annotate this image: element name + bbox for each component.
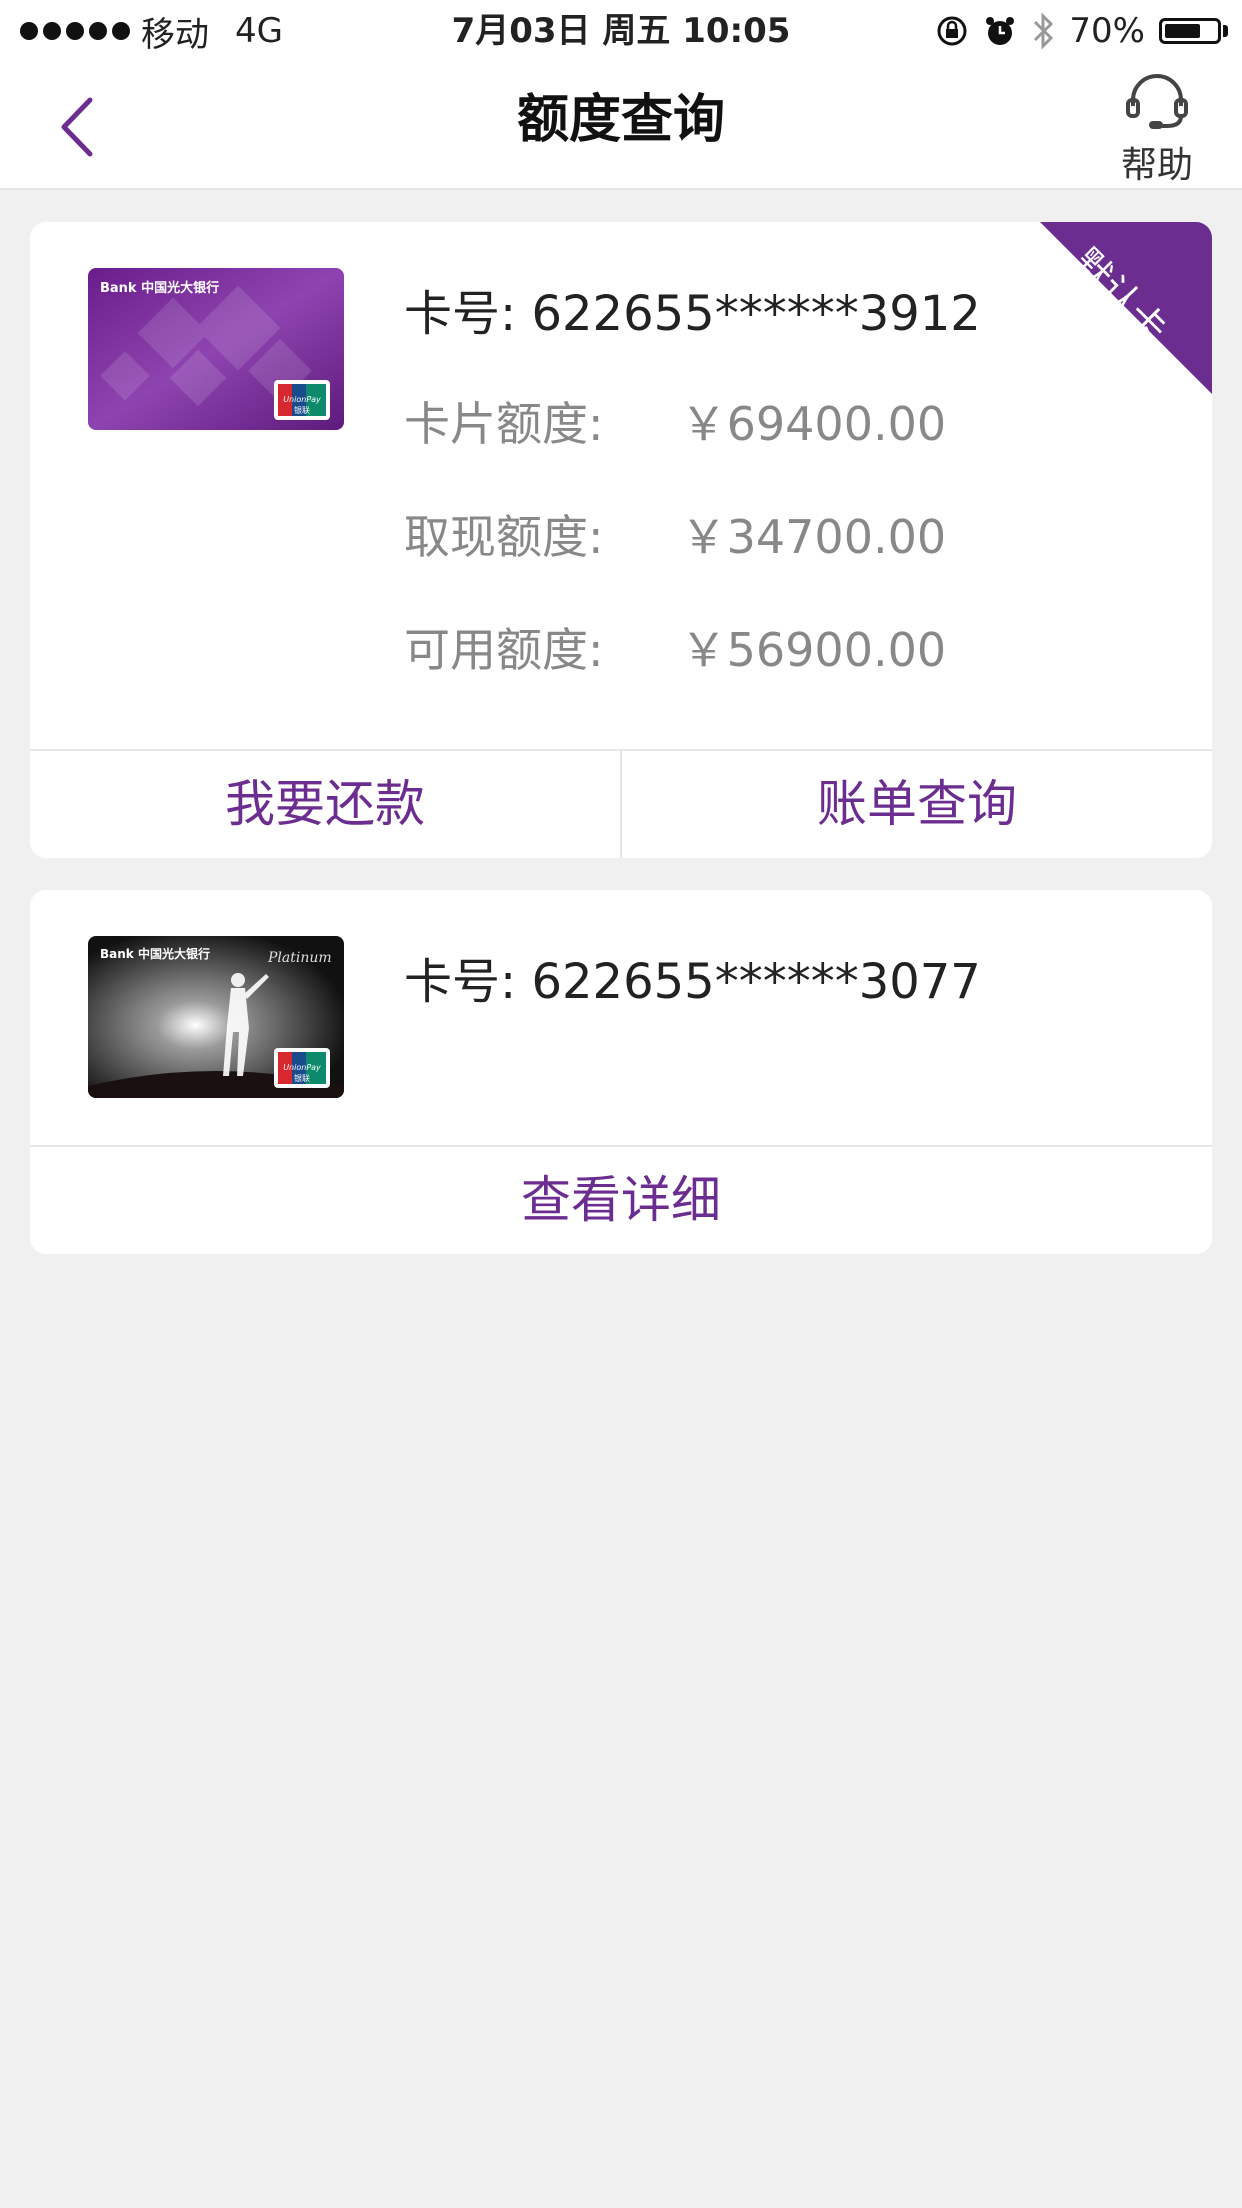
status-bar: 移动 4G 7月03日 周五 10:05 70% bbox=[0, 0, 1242, 62]
svg-text:银联: 银联 bbox=[294, 405, 310, 415]
card-number: 622655******3077 bbox=[531, 954, 981, 1010]
card-image-purple: Bank 中国光大银行 UnionPay 银联 bbox=[88, 268, 344, 430]
bluetooth-icon bbox=[1034, 12, 1054, 50]
nav-bar: 额度查询 帮助 bbox=[0, 62, 1242, 190]
available-limit-label: 可用额度: bbox=[404, 623, 604, 677]
svg-text:UnionPay: UnionPay bbox=[283, 1063, 321, 1072]
card-number-label: 卡号: bbox=[404, 954, 517, 1010]
cash-limit-value: ￥34700.00 bbox=[680, 510, 947, 564]
credit-card-panel: Bank 中国光大银行 Platinum UnionPay 银联 卡号: 622… bbox=[30, 890, 1212, 1254]
unionpay-logo: UnionPay 银联 bbox=[274, 1048, 330, 1088]
card-info: 卡号: 622655******3077 bbox=[404, 942, 981, 1012]
card-number: 622655******3912 bbox=[531, 286, 981, 342]
unionpay-logo: UnionPay 银联 bbox=[274, 380, 330, 420]
help-label: 帮助 bbox=[1120, 145, 1193, 186]
battery-percent: 70% bbox=[1069, 11, 1145, 51]
card-bank-logo: Bank 中国光大银行 bbox=[100, 946, 210, 961]
card-info: 卡号: 622655******3912 bbox=[404, 274, 981, 344]
battery-icon bbox=[1159, 18, 1221, 44]
svg-text:银联: 银联 bbox=[294, 1073, 310, 1083]
alarm-icon bbox=[986, 17, 1015, 45]
card-limit-label: 卡片额度: bbox=[404, 397, 604, 451]
cash-limit-row: 取现额度: ￥34700.00 bbox=[404, 501, 946, 567]
card-bank-logo: Bank 中国光大银行 bbox=[100, 280, 219, 296]
battery-tip bbox=[1223, 25, 1228, 37]
available-limit-value: ￥56900.00 bbox=[680, 623, 947, 677]
battery-fill bbox=[1165, 24, 1200, 38]
available-limit-row: 可用额度: ￥56900.00 bbox=[404, 614, 946, 680]
help-button[interactable]: 帮助 bbox=[1102, 72, 1212, 186]
card-limit-row: 卡片额度: ￥69400.00 bbox=[404, 388, 946, 454]
card-number-label: 卡号: bbox=[404, 286, 517, 342]
credit-card-panel: Bank 中国光大银行 UnionPay 银联 卡号: 622655******… bbox=[30, 222, 1212, 858]
cash-limit-label: 取现额度: bbox=[404, 510, 604, 564]
status-icons: 70% bbox=[921, 8, 1228, 54]
headset-icon bbox=[1126, 74, 1188, 129]
page-title: 额度查询 bbox=[516, 90, 725, 150]
svg-text:UnionPay: UnionPay bbox=[283, 395, 321, 404]
card-limit-value: ￥69400.00 bbox=[680, 397, 947, 451]
default-card-badge: 默认卡 bbox=[1040, 222, 1212, 394]
card-number-row: 卡号: 622655******3912 bbox=[404, 274, 981, 344]
card-image-platinum: Bank 中国光大银行 Platinum UnionPay 银联 bbox=[88, 936, 344, 1098]
card-number-row: 卡号: 622655******3077 bbox=[404, 942, 981, 1012]
repay-button[interactable]: 我要还款 bbox=[30, 751, 620, 858]
card-tier-text: Platinum bbox=[267, 950, 332, 966]
rotation-lock-icon bbox=[937, 16, 967, 46]
statement-query-button[interactable]: 账单查询 bbox=[622, 751, 1212, 858]
view-details-button[interactable]: 查看详细 bbox=[30, 1147, 1212, 1254]
